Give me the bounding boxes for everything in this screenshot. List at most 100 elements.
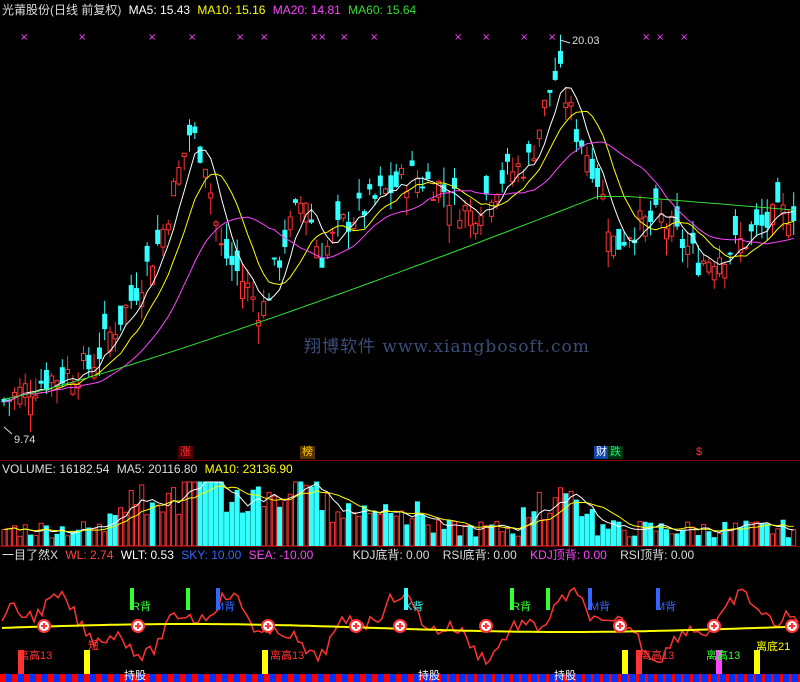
trend-strip-cell [603, 674, 606, 682]
candle-body [531, 158, 537, 162]
candle-body [65, 369, 71, 374]
event-tag-dollar[interactable]: $ [694, 446, 704, 459]
signal-m-top: M背 [590, 601, 611, 613]
volume-bar [542, 519, 548, 546]
trend-strip-cell [600, 674, 603, 682]
candle-body [340, 214, 346, 219]
trend-strip-cell [657, 674, 660, 682]
trend-strip-cell [3, 674, 6, 682]
signal-dip13: 离高13 [640, 650, 675, 662]
trend-strip-cell [663, 674, 666, 682]
volume-bar [330, 521, 336, 546]
trend-strip-cell [489, 674, 492, 682]
volume-bar [478, 521, 484, 546]
volume-bar [134, 503, 139, 546]
trend-strip-cell [195, 674, 198, 682]
candle-body [293, 199, 298, 203]
trend-strip-cell [750, 674, 753, 682]
trend-strip-cell [630, 674, 633, 682]
candle-body [49, 375, 55, 384]
trend-strip-cell [411, 674, 414, 682]
position-bar [84, 650, 90, 674]
volume-bar [1, 529, 7, 546]
trend-strip-cell [729, 674, 732, 682]
candle-body [330, 231, 336, 234]
volume-bar [245, 511, 251, 546]
trend-strip-cell [273, 674, 276, 682]
trend-strip-cell [786, 674, 789, 682]
trend-strip-cell [291, 674, 294, 682]
trend-strip-cell [207, 674, 210, 682]
trend-strip-cell [579, 674, 582, 682]
trend-strip-cell [468, 674, 471, 682]
price-chart[interactable]: × × × × × × × × × × × × × × × × × [0, 0, 800, 450]
signal-dip13: 离高13 [706, 650, 741, 662]
candle-body [224, 238, 230, 259]
trend-strip-cell [675, 674, 678, 682]
volume-chart[interactable] [0, 478, 800, 546]
volume-bar [441, 528, 447, 546]
trend-strip-cell [723, 674, 726, 682]
trend-strip-cell [354, 674, 357, 682]
event-tag-fall[interactable]: 跌 [608, 446, 623, 459]
volume-bar [367, 513, 373, 546]
trend-strip-cell [249, 674, 252, 682]
volume-bar [414, 501, 420, 546]
indicator-chart[interactable] [0, 564, 800, 682]
trend-strip-cell [609, 674, 612, 682]
candle-body [558, 50, 563, 64]
trend-strip-cell [525, 674, 528, 682]
trend-strip-cell [768, 674, 771, 682]
ma60-line [3, 196, 794, 400]
trend-strip-cell [492, 674, 495, 682]
volume-bar [234, 489, 240, 546]
candle-body [118, 305, 124, 325]
trend-strip-cell [645, 674, 648, 682]
signal-k-top: K背 [405, 601, 424, 613]
trend-strip-cell [636, 674, 639, 682]
candle-body [732, 215, 738, 236]
top-signal-mark: × [78, 32, 86, 43]
event-tag-list[interactable]: 榜 [300, 446, 315, 459]
volume-bar [632, 535, 638, 546]
event-tag-rise[interactable]: 涨 [178, 446, 193, 459]
event-tag-finance[interactable]: 财 [594, 446, 609, 459]
trend-strip-cell [765, 674, 768, 682]
trend-strip-cell [303, 674, 306, 682]
volume-bar [393, 515, 399, 546]
trend-strip-cell [678, 674, 681, 682]
candle-body [552, 70, 558, 80]
volume-bar [102, 531, 108, 546]
trend-strip-cell [720, 674, 723, 682]
candle-body [388, 175, 394, 194]
trend-strip-cell [501, 674, 504, 682]
trend-strip-cell [756, 674, 759, 682]
volume-bar [679, 529, 685, 546]
trend-strip-cell [159, 674, 162, 682]
trend-strip-cell [498, 674, 501, 682]
candle-body [261, 301, 267, 316]
trend-strip-cell [585, 674, 588, 682]
volume-bar [229, 501, 235, 546]
candle-body [520, 176, 526, 179]
signal-bar [186, 588, 190, 610]
trend-strip-cell [486, 674, 489, 682]
top-signal-mark: × [482, 32, 490, 43]
trend-strip-cell [201, 674, 204, 682]
trend-strip-cell [0, 674, 3, 682]
trend-strip-cell [726, 674, 729, 682]
trend-strip-cell [309, 674, 312, 682]
candle-body [96, 347, 102, 360]
position-bar [754, 650, 760, 674]
candle-body [425, 171, 431, 180]
trend-strip-cell [789, 674, 792, 682]
trend-strip-cell [546, 674, 549, 682]
trend-strip-cell [297, 674, 300, 682]
volume-bar [674, 533, 680, 546]
trend-strip-cell [396, 674, 399, 682]
candle-body [573, 129, 579, 142]
volume-bar [515, 535, 521, 546]
trend-strip-cell [702, 674, 705, 682]
trend-strip-cell [642, 674, 645, 682]
trend-strip-cell [510, 674, 513, 682]
